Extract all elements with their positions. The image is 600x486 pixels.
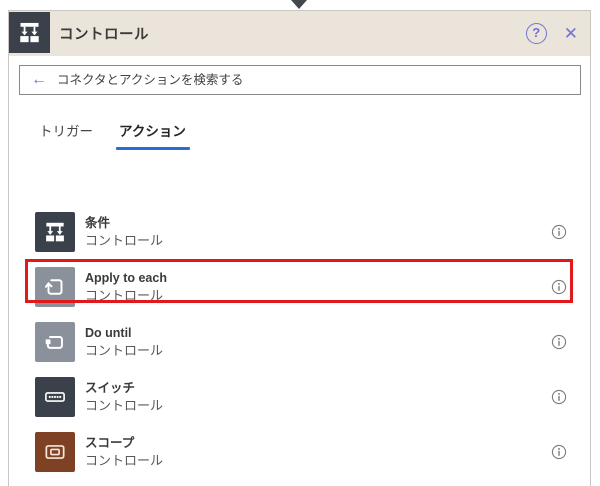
action-subtitle: コントロール bbox=[85, 397, 164, 413]
action-item-terminate[interactable]: 終了 コントロール bbox=[9, 479, 590, 486]
back-arrow-icon[interactable]: ← bbox=[31, 71, 47, 89]
search-input[interactable] bbox=[57, 66, 580, 94]
action-title: Apply to each bbox=[85, 270, 167, 285]
action-item-scope[interactable]: スコープ コントロール bbox=[9, 424, 590, 479]
action-subtitle: コントロール bbox=[85, 232, 164, 248]
close-icon[interactable]: ✕ bbox=[560, 23, 582, 44]
tab-triggers[interactable]: トリガー bbox=[38, 114, 94, 150]
action-text: スイッチ コントロール bbox=[85, 380, 163, 414]
condition-icon bbox=[35, 211, 75, 252]
info-icon[interactable] bbox=[551, 334, 567, 350]
action-subtitle: コントロール bbox=[85, 287, 164, 303]
tabs: トリガー アクション bbox=[9, 114, 190, 150]
info-icon[interactable] bbox=[551, 389, 567, 405]
flow-connector-arrow bbox=[291, 0, 307, 9]
panel-header: コントロール ? ✕ bbox=[9, 11, 590, 56]
do-until-icon bbox=[35, 321, 75, 362]
panel-body: ← トリガー アクション bbox=[9, 56, 590, 486]
control-connector-panel: コントロール ? ✕ ← トリガー アクション bbox=[8, 10, 591, 486]
tab-actions[interactable]: アクション bbox=[116, 114, 190, 150]
header-actions: ? ✕ bbox=[525, 11, 582, 56]
action-text: 条件 コントロール bbox=[85, 215, 163, 249]
action-title: Do until bbox=[85, 325, 132, 340]
scope-icon bbox=[35, 431, 75, 472]
action-list: 条件 コントロール Apply to each コントロール Do until … bbox=[9, 204, 590, 486]
action-title: スコープ bbox=[85, 435, 135, 450]
action-subtitle: コントロール bbox=[85, 342, 164, 358]
action-text: Apply to each コントロール bbox=[85, 270, 167, 304]
action-item-apply-to-each[interactable]: Apply to each コントロール bbox=[9, 259, 590, 314]
search-box[interactable]: ← bbox=[19, 65, 581, 95]
action-item-do-until[interactable]: Do until コントロール bbox=[9, 314, 590, 369]
action-title: 条件 bbox=[85, 215, 111, 230]
panel-title: コントロール bbox=[59, 27, 149, 43]
action-subtitle: コントロール bbox=[85, 452, 164, 468]
action-text: Do until コントロール bbox=[85, 325, 163, 359]
info-icon[interactable] bbox=[551, 224, 567, 240]
help-icon[interactable]: ? bbox=[525, 23, 547, 44]
action-title: スイッチ bbox=[85, 380, 136, 395]
control-condition-icon bbox=[9, 12, 50, 53]
info-icon[interactable] bbox=[551, 444, 567, 460]
apply-to-each-icon bbox=[35, 266, 75, 307]
info-icon[interactable] bbox=[551, 279, 567, 295]
action-item-condition[interactable]: 条件 コントロール bbox=[9, 204, 590, 259]
switch-icon bbox=[35, 376, 75, 417]
action-text: スコープ コントロール bbox=[85, 435, 163, 469]
action-item-switch[interactable]: スイッチ コントロール bbox=[9, 369, 590, 424]
